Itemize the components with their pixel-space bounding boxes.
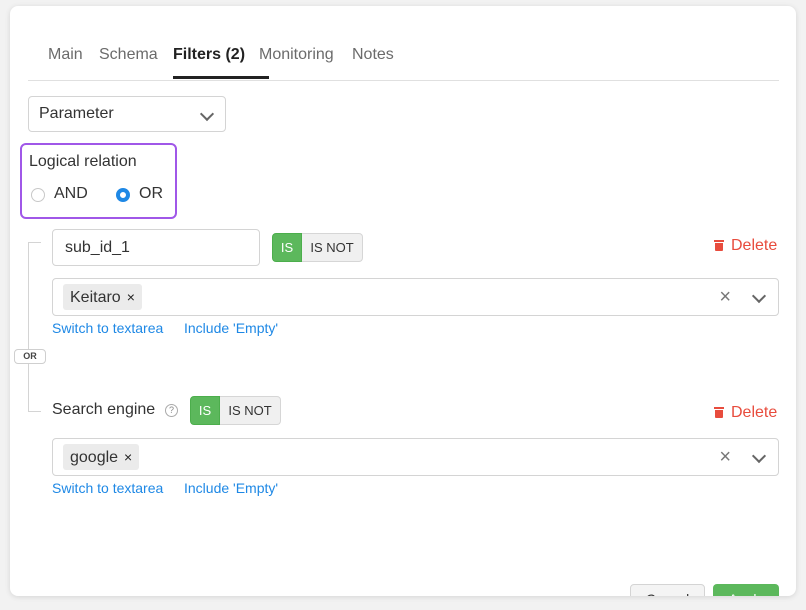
chip-remove-icon[interactable]: ×	[124, 449, 132, 465]
logical-connector-bracket	[28, 242, 41, 412]
chip-label: google	[70, 449, 119, 466]
filter-1-include-empty-link[interactable]: Include 'Empty'	[184, 320, 278, 336]
filter-2-is-toggle: IS IS NOT	[190, 396, 281, 425]
parameter-select-value: Parameter	[39, 105, 114, 122]
tab-schema[interactable]: Schema	[99, 46, 158, 64]
filter-1-is-toggle: IS IS NOT	[272, 233, 363, 262]
filter-1-delete-label: Delete	[731, 237, 778, 254]
filter-2-is-button[interactable]: IS	[190, 396, 220, 425]
radio-and[interactable]	[31, 188, 45, 202]
help-icon[interactable]: ?	[165, 404, 178, 417]
filter-1-value-chip: Keitaro ×	[63, 284, 142, 310]
trash-icon	[714, 240, 724, 251]
filter-2-switch-textarea-link[interactable]: Switch to textarea	[52, 480, 163, 496]
trash-icon	[714, 407, 724, 418]
tab-monitoring[interactable]: Monitoring	[259, 46, 334, 64]
logical-relation-title: Logical relation	[29, 153, 137, 170]
logical-connector-badge: OR	[14, 349, 46, 364]
cancel-button[interactable]: Cancel	[630, 584, 705, 596]
chip-label: Keitaro	[70, 289, 121, 306]
filter-2-field-label: Search engine	[52, 401, 156, 418]
filter-2-include-empty-link[interactable]: Include 'Empty'	[184, 480, 278, 496]
radio-or[interactable]	[116, 188, 130, 202]
chevron-down-icon[interactable]	[751, 448, 767, 464]
active-tab-indicator	[173, 76, 269, 79]
filter-1-is-not-button[interactable]: IS NOT	[302, 233, 363, 262]
filter-1-values-select[interactable]: Keitaro × ×	[52, 278, 779, 316]
filter-1-is-button[interactable]: IS	[272, 233, 302, 262]
parameter-select[interactable]: Parameter	[28, 96, 226, 132]
tab-main[interactable]: Main	[48, 46, 83, 64]
clear-icon[interactable]: ×	[719, 446, 731, 469]
filter-panel: Main Schema Filters (2) Monitoring Notes…	[10, 6, 796, 596]
filter-2-is-not-button[interactable]: IS NOT	[220, 396, 281, 425]
filter-2-delete-button[interactable]: Delete	[714, 404, 777, 422]
filter-2-values-select[interactable]: google × ×	[52, 438, 779, 476]
chip-remove-icon[interactable]: ×	[127, 289, 135, 305]
chevron-down-icon[interactable]	[751, 288, 767, 304]
filter-1-switch-textarea-link[interactable]: Switch to textarea	[52, 320, 163, 336]
clear-icon[interactable]: ×	[719, 286, 731, 309]
chevron-down-icon	[199, 106, 215, 122]
radio-or-label[interactable]: OR	[139, 185, 163, 203]
logical-relation-group: Logical relation AND OR	[20, 143, 177, 219]
tab-bar: Main Schema Filters (2) Monitoring Notes	[28, 6, 779, 81]
radio-and-label[interactable]: AND	[54, 185, 88, 203]
tab-filters[interactable]: Filters (2)	[173, 46, 245, 64]
apply-button[interactable]: Apply	[713, 584, 779, 596]
tab-notes[interactable]: Notes	[352, 46, 394, 64]
filter-1-field-input[interactable]: sub_id_1	[52, 229, 260, 266]
filter-2-delete-label: Delete	[731, 404, 778, 421]
filter-2-value-chip: google ×	[63, 444, 140, 470]
filter-1-delete-button[interactable]: Delete	[714, 237, 777, 255]
